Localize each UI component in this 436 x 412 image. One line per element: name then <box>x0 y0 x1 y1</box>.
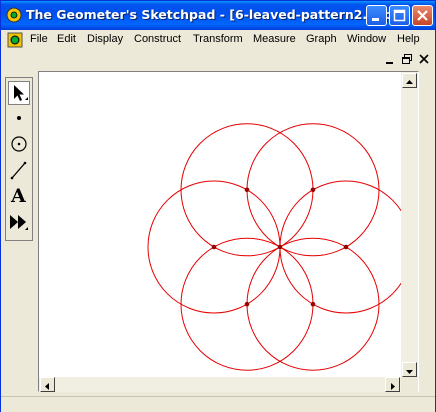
menu-construct[interactable]: Construct <box>134 33 181 45</box>
minimize-icon <box>372 18 379 21</box>
construction-point[interactable] <box>244 301 250 307</box>
scroll-up-button[interactable] <box>402 73 417 88</box>
menu-edit[interactable]: Edit <box>57 33 76 45</box>
close-icon <box>417 10 428 21</box>
title-bar[interactable]: The Geometer's Sketchpad - [6-leaved-pat… <box>1 1 435 30</box>
doc-minimize-icon[interactable] <box>384 53 396 65</box>
menu-help[interactable]: Help <box>397 33 420 45</box>
compass-circle-icon <box>11 136 27 152</box>
scrollbar-corner <box>401 377 418 392</box>
minimize-button[interactable] <box>366 5 387 26</box>
point-icon <box>17 116 21 120</box>
menu-bar: File Edit Display Construct Transform Me… <box>1 30 435 50</box>
maximize-button[interactable] <box>389 5 410 26</box>
close-button[interactable] <box>412 5 433 26</box>
construction-circle[interactable] <box>279 180 401 314</box>
maximize-icon <box>393 9 406 22</box>
scroll-left-button[interactable] <box>40 377 55 392</box>
construction-point[interactable] <box>343 244 349 250</box>
vertical-scrollbar[interactable] <box>401 72 418 378</box>
menu-window[interactable]: Window <box>347 33 386 45</box>
segment-icon <box>10 161 27 180</box>
sketchpad-app-icon[interactable] <box>6 7 22 23</box>
compass-tool[interactable] <box>8 133 30 157</box>
menu-display[interactable]: Display <box>87 33 123 45</box>
straightedge-tool[interactable] <box>8 159 30 183</box>
scroll-right-button[interactable] <box>385 377 400 392</box>
arrow-right-icon <box>391 383 395 390</box>
doc-restore-icon[interactable] <box>401 53 413 65</box>
app-window: The Geometer's Sketchpad - [6-leaved-pat… <box>0 0 436 412</box>
fast-forward-icon <box>10 215 28 230</box>
construction-point[interactable] <box>310 187 316 193</box>
toolbox: A <box>5 77 33 241</box>
construction-point[interactable] <box>310 301 316 307</box>
horizontal-scrollbar[interactable] <box>39 377 401 392</box>
center-point[interactable] <box>277 244 283 250</box>
menu-measure[interactable]: Measure <box>253 33 296 45</box>
construction-drawing[interactable] <box>39 72 401 377</box>
status-bar <box>1 396 435 412</box>
construction-point[interactable] <box>211 244 217 250</box>
window-title: The Geometer's Sketchpad - [6-leaved-pat… <box>26 7 399 22</box>
arrow-pointer-icon <box>14 85 28 101</box>
doc-close-icon[interactable] <box>418 53 430 65</box>
menu-file[interactable]: File <box>30 33 48 45</box>
arrow-left-icon <box>45 383 49 390</box>
custom-tool[interactable] <box>8 211 30 235</box>
document-icon[interactable] <box>7 32 23 48</box>
scroll-down-button[interactable] <box>402 362 417 377</box>
sketch-canvas[interactable] <box>38 71 419 392</box>
menu-graph[interactable]: Graph <box>306 33 337 45</box>
text-tool-label: A <box>11 185 26 207</box>
construction-point[interactable] <box>244 187 250 193</box>
text-tool[interactable]: A <box>8 185 30 209</box>
menu-transform[interactable]: Transform <box>193 33 243 45</box>
point-tool[interactable] <box>8 107 30 131</box>
arrow-up-icon <box>406 80 413 84</box>
arrow-tool[interactable] <box>8 81 30 105</box>
